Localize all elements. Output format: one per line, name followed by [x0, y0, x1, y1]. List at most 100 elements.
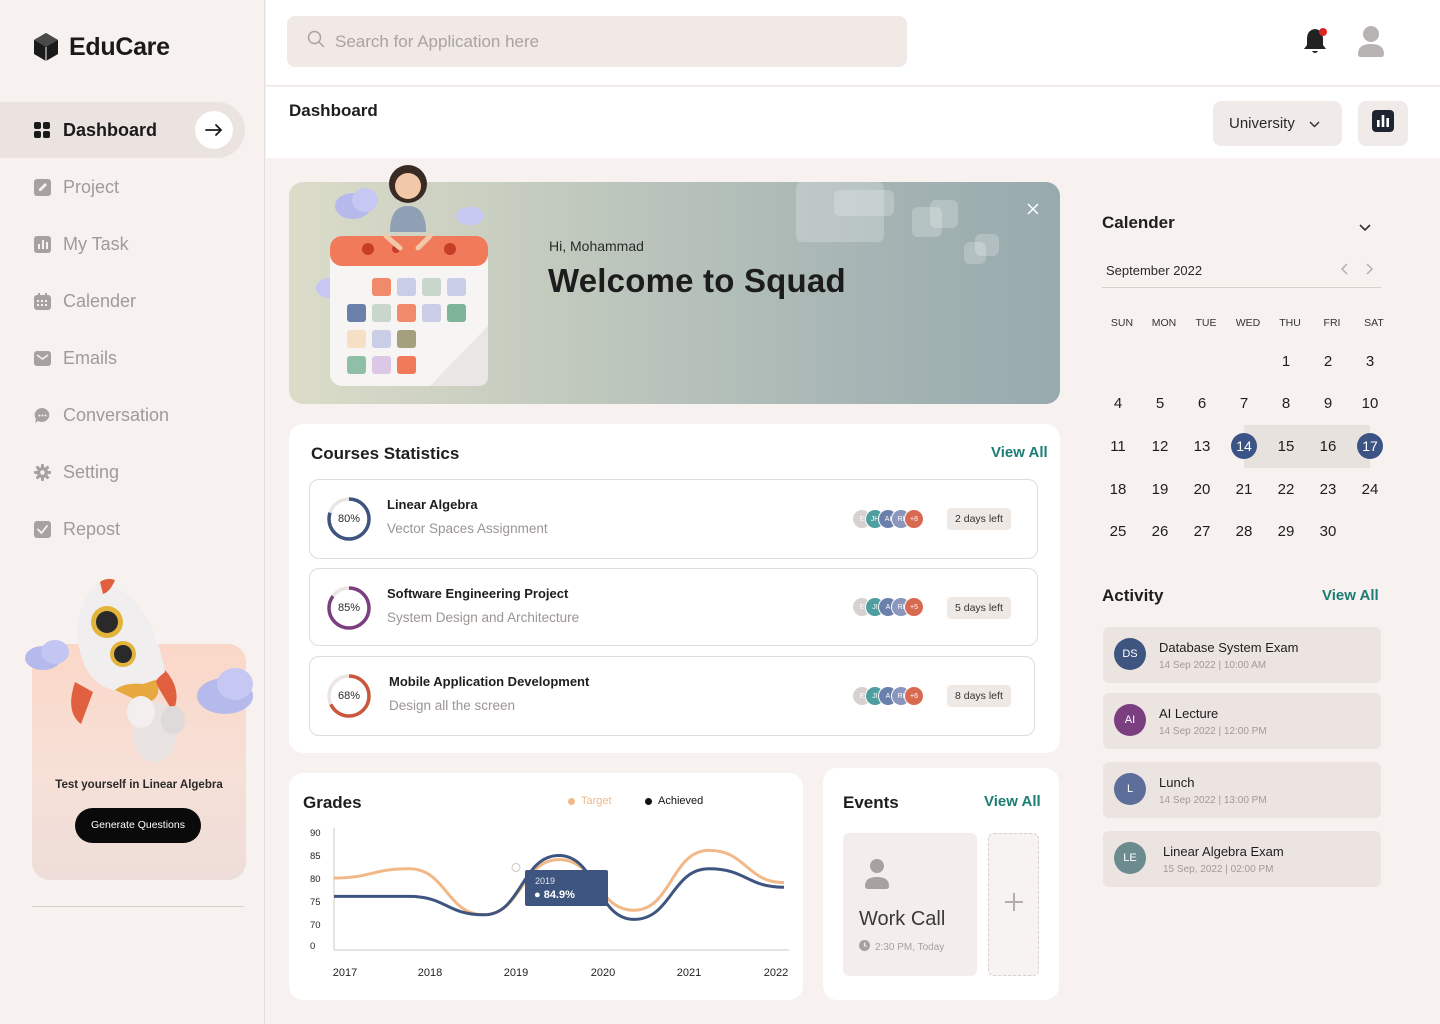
calendar-day[interactable]: 5 [1139, 383, 1181, 426]
calendar-day[interactable]: 30 [1307, 510, 1349, 553]
course-name: Software Engineering Project [387, 586, 569, 601]
arrow-right-icon[interactable] [195, 111, 233, 149]
courses-title: Courses Statistics [311, 444, 460, 463]
topbar [266, 0, 1440, 86]
app-logo[interactable]: EduCare [33, 32, 170, 62]
calendar-day[interactable]: 25 [1097, 510, 1139, 553]
weekday-label: THU [1279, 317, 1301, 329]
progress-percent: 68% [337, 690, 361, 702]
grades-line-chart: 90 85 80 75 70 0 2017 2018 2019 2020 2021 2022 2019 ●… [310, 828, 789, 979]
calendar-day[interactable]: 18 [1097, 468, 1139, 511]
weekday-label: SUN [1110, 317, 1134, 329]
calendar-day[interactable]: 12 [1139, 425, 1181, 468]
calendar-day[interactable]: 4 [1097, 383, 1139, 426]
sidebar-item-conversation[interactable]: Conversation [0, 387, 245, 443]
calendar-divider [1102, 287, 1381, 288]
page-header: Dashboard University [266, 87, 1440, 158]
sidebar-item-label: Calender [63, 290, 137, 311]
course-row[interactable]: 68% Mobile Application Development Desig… [309, 656, 1035, 736]
generate-questions-button[interactable]: Generate Questions [75, 808, 201, 843]
chevron-right-icon[interactable] [1366, 262, 1374, 278]
calendar-day[interactable]: 16 [1307, 425, 1349, 468]
search-input[interactable] [335, 31, 895, 52]
chat-icon [33, 406, 51, 424]
sidebar-item-emails[interactable]: Emails [0, 330, 245, 386]
calendar-day[interactable]: 20 [1181, 468, 1223, 511]
events-view-all-link[interactable]: View All [984, 793, 1041, 810]
event-title: Work Call [859, 908, 946, 930]
calendar-day[interactable]: 28 [1223, 510, 1265, 553]
calendar-day[interactable]: 29 [1265, 510, 1307, 553]
clock-icon [859, 940, 870, 954]
activity-item[interactable]: LE Linear Algebra Exam 15 Sep, 2022 | 02… [1103, 831, 1381, 887]
event-time: 2:30 PM, Today [859, 940, 944, 954]
courses-statistics-card: Courses Statistics View All 80% Linear A… [289, 424, 1060, 753]
activity-time: 14 Sep 2022 | 13:00 PM [1159, 795, 1267, 806]
calendar-day[interactable]: 10 [1349, 383, 1391, 426]
chevron-down-icon[interactable] [1359, 219, 1371, 237]
user-avatar-icon[interactable] [1358, 24, 1384, 63]
search-bar[interactable] [287, 16, 907, 67]
sidebar-item-project[interactable]: Project [0, 159, 245, 215]
y-tick-label: 70 [310, 920, 321, 931]
calendar-empty-cell [1181, 340, 1223, 383]
activity-avatar: L [1114, 773, 1146, 805]
sidebar-item-label: Emails [63, 347, 118, 368]
event-card[interactable]: Work Call 2:30 PM, Today [843, 833, 977, 976]
course-row[interactable]: 80% Linear Algebra Vector Spaces Assignm… [309, 479, 1038, 559]
calendar-day[interactable]: 8 [1265, 383, 1307, 426]
avatar-more-count: +8 [904, 509, 924, 529]
calendar-day[interactable]: 27 [1181, 510, 1223, 553]
tooltip-value: ● 84.9% [534, 889, 575, 901]
chevron-left-icon[interactable] [1340, 262, 1348, 278]
calendar-day[interactable]: 3 [1349, 340, 1391, 383]
cube-logo-icon [34, 33, 58, 61]
sidebar-item-calender[interactable]: Calender [0, 273, 245, 329]
sidebar-item-dashboard[interactable]: Dashboard [0, 102, 245, 158]
activity-avatar: LE [1114, 842, 1146, 874]
calendar-day[interactable]: 17 [1349, 425, 1391, 468]
sidebar-item-my-task[interactable]: My Task [0, 216, 245, 272]
calendar-day[interactable]: 7 [1223, 383, 1265, 426]
activity-view-all-link[interactable]: View All [1322, 587, 1379, 604]
calendar-day[interactable]: 1 [1265, 340, 1307, 383]
calendar-day[interactable]: 6 [1181, 383, 1223, 426]
activity-item[interactable]: AI AI Lecture 14 Sep 2022 | 12:00 PM [1103, 693, 1381, 749]
add-event-button[interactable] [988, 833, 1039, 976]
weekday-label: MON [1151, 317, 1177, 329]
calendar-empty-cell [1139, 340, 1181, 383]
activity-item[interactable]: L Lunch 14 Sep 2022 | 13:00 PM [1103, 762, 1381, 818]
calendar-day[interactable]: 22 [1265, 468, 1307, 511]
gear-icon [33, 463, 51, 481]
calendar-day[interactable]: 23 [1307, 468, 1349, 511]
calendar-day[interactable]: 14 [1223, 425, 1265, 468]
rocket-illustration [25, 578, 253, 762]
course-subtitle: System Design and Architecture [387, 610, 580, 625]
activity-item[interactable]: DS Database System Exam 14 Sep 2022 | 10… [1103, 627, 1381, 683]
notification-bell-icon[interactable] [1303, 27, 1329, 60]
calendar-day[interactable]: 26 [1139, 510, 1181, 553]
calendar-day[interactable]: 13 [1181, 425, 1223, 468]
avatar-more-count: +6 [904, 686, 924, 706]
calendar-day[interactable]: 19 [1139, 468, 1181, 511]
grid-icon [33, 121, 51, 139]
activity-title-text: Lunch [1159, 775, 1195, 790]
sidebar-item-setting[interactable]: Setting [0, 444, 245, 500]
close-icon[interactable] [1023, 199, 1043, 219]
calendar-day[interactable]: 11 [1097, 425, 1139, 468]
calendar-day[interactable]: 21 [1223, 468, 1265, 511]
y-tick-label: 80 [310, 874, 321, 885]
course-row[interactable]: 85% Software Engineering Project System … [309, 568, 1038, 646]
calendar-empty-cell [1097, 340, 1139, 383]
calendar-day[interactable]: 9 [1307, 383, 1349, 426]
calendar-day[interactable]: 15 [1265, 425, 1307, 468]
calendar-day[interactable]: 2 [1307, 340, 1349, 383]
highlight-point [511, 862, 521, 872]
analytics-button[interactable] [1358, 101, 1408, 146]
sidebar-item-repost[interactable]: Repost [0, 501, 245, 557]
chevron-down-icon [1309, 115, 1320, 132]
calendar-day[interactable]: 24 [1349, 468, 1391, 511]
university-select[interactable]: University [1213, 101, 1342, 146]
x-tick-label: 2019 [504, 967, 528, 979]
courses-view-all-link[interactable]: View All [991, 444, 1048, 461]
